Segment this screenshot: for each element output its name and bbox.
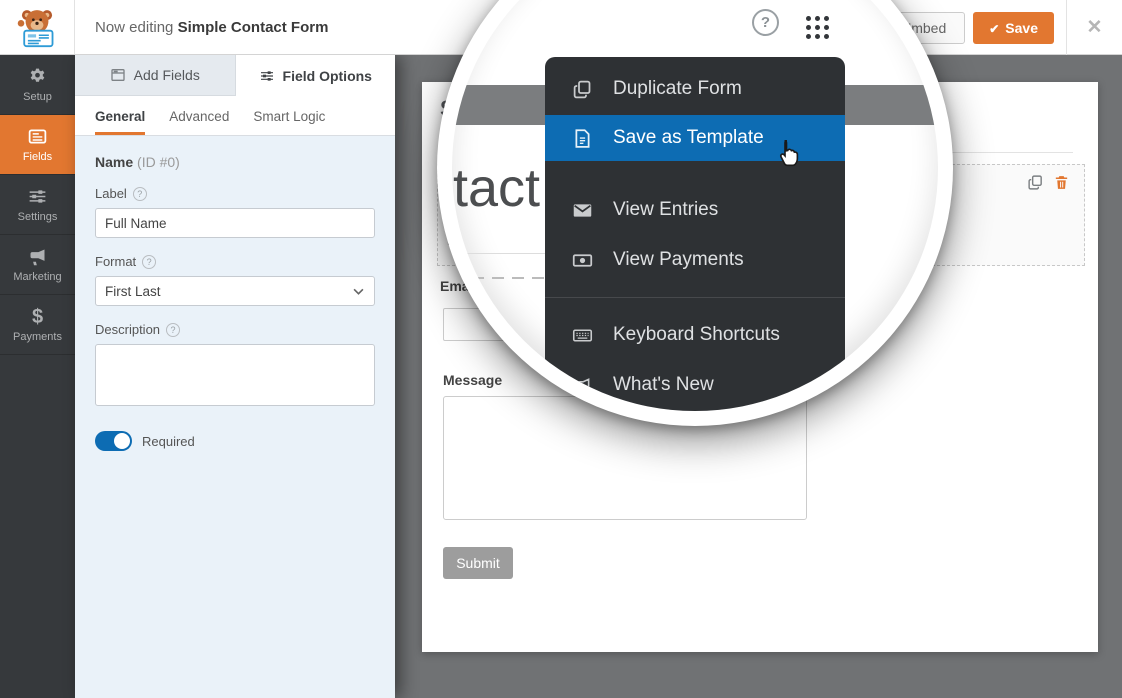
sidebar-item-label: Marketing [13,271,61,283]
label-text: Label [95,186,127,201]
megaphone-icon [27,246,48,267]
envelope-icon [572,200,593,221]
menu-item-label: Keyboard Shortcuts [613,324,780,346]
menu-item-label: What's New [613,374,714,396]
sidebar-item-label: Fields [23,151,52,163]
description-textarea[interactable] [95,344,375,406]
now-editing-text: Now editing [95,19,173,36]
field-header: Name (ID #0) [95,154,375,170]
submit-button[interactable]: Submit [443,547,513,579]
format-text: Format [95,254,136,269]
form-name: Simple Contact Form [178,19,329,36]
duplicate-field-icon[interactable] [1027,174,1044,191]
help-tooltip-icon[interactable]: ? [133,187,147,201]
field-type-name: Name [95,154,133,170]
hand-pointer-cursor [772,138,802,168]
sidebar-item-setup[interactable]: Setup [0,55,75,115]
magnified-underline [452,253,546,254]
tab-add-fields[interactable]: Add Fields [75,55,236,96]
check-icon: ✔ [989,22,999,36]
magnified-dashed-border [452,277,546,279]
bear-logo-icon [15,6,59,48]
now-editing-title: Now editing Simple Contact Form [95,19,328,36]
tab-field-options[interactable]: Field Options [236,55,396,96]
builder-sidebar: Setup Fields Settings Marketing $ Paymen… [0,55,75,698]
toggle-knob [114,433,130,449]
field-options-icon [259,68,275,84]
help-icon[interactable]: ? [752,9,779,36]
menu-item-view-payments[interactable]: View Payments [545,235,845,285]
menu-item-keyboard-shortcuts[interactable]: Keyboard Shortcuts [545,310,845,360]
close-icon[interactable]: ✕ [1067,16,1122,39]
message-label: Message [443,372,502,388]
delete-field-icon[interactable] [1053,174,1070,191]
gear-icon [27,66,48,87]
add-fields-icon [110,67,126,83]
panel-tab-bar: Add Fields Field Options [75,55,395,96]
menu-item-label: View Entries [613,199,718,221]
magnified-title-fragment: tact [453,157,540,219]
sliders-icon [27,186,48,207]
format-select[interactable]: First Last [95,276,375,306]
copy-icon [572,79,593,100]
tab-label: Add Fields [134,67,200,83]
required-row: Required [95,431,375,451]
menu-item-label: Duplicate Form [613,78,742,100]
sidebar-item-label: Setup [23,91,52,103]
sidebar-item-label: Settings [18,211,58,223]
save-button-label: Save [1005,20,1038,36]
menu-item-whats-new[interactable]: What's New [545,360,845,410]
menu-item-label: View Payments [613,249,744,271]
menu-item-duplicate-form[interactable]: Duplicate Form [545,63,845,115]
apps-grid-icon[interactable] [806,16,830,40]
save-button[interactable]: ✔ Save [973,12,1054,44]
megaphone-icon [572,375,593,396]
fields-icon [27,126,48,147]
field-id: (ID #0) [137,154,180,170]
builder-dropdown-menu: Duplicate Form Save as Template View Ent… [545,57,845,411]
required-label: Required [142,434,195,449]
field-options-panel: Add Fields Field Options General Advance… [75,55,395,698]
field-action-icons [1027,174,1070,191]
help-tooltip-icon[interactable]: ? [142,255,156,269]
subtab-smart-logic[interactable]: Smart Logic [253,109,325,135]
wpforms-logo [0,0,75,54]
tab-label: Field Options [283,68,372,84]
menu-item-view-entries[interactable]: View Entries [545,185,845,235]
sidebar-item-payments[interactable]: $ Payments [0,295,75,355]
file-icon [572,128,593,149]
format-selected-value: First Last [105,284,161,299]
menu-item-label: Save as Template [613,127,764,149]
description-field-label: Description ? [95,322,375,337]
sidebar-item-settings[interactable]: Settings [0,175,75,235]
sidebar-item-fields[interactable]: Fields [0,115,75,175]
chevron-down-icon [353,288,364,295]
subtab-general[interactable]: General [95,109,145,135]
format-field-label: Format ? [95,254,375,269]
sidebar-item-marketing[interactable]: Marketing [0,235,75,295]
sidebar-item-label: Payments [13,331,62,343]
field-options-body: Name (ID #0) Label ? Format ? First Last… [75,136,395,469]
subtab-advanced[interactable]: Advanced [169,109,229,135]
keyboard-icon [572,325,593,346]
help-tooltip-icon[interactable]: ? [166,323,180,337]
menu-divider [545,297,845,298]
required-toggle[interactable] [95,431,132,451]
dollar-icon: $ [32,307,43,327]
options-subtabs: General Advanced Smart Logic [75,96,395,136]
wpforms-builder: Now editing Simple Contact Form Embed ✔S… [0,0,1122,698]
magnifier-content: tact Duplicate Form Save as Template Vie… [452,0,938,411]
description-text: Description [95,322,160,337]
label-input[interactable] [95,208,375,238]
label-field-label: Label ? [95,186,375,201]
money-icon [572,250,593,271]
